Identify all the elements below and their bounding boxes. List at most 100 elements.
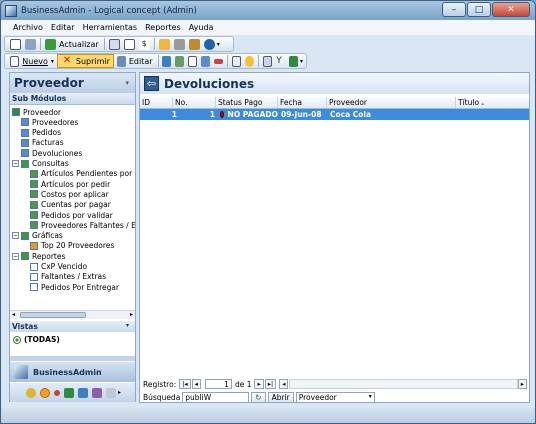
- collapse-icon[interactable]: −: [12, 160, 19, 167]
- column-proveedor[interactable]: Proveedor: [327, 97, 456, 108]
- businessadmin-section[interactable]: BusinessAdmin: [10, 362, 135, 382]
- admin-icon[interactable]: [91, 387, 102, 398]
- column-id[interactable]: ID: [140, 97, 173, 108]
- users-icon[interactable]: [77, 387, 88, 398]
- tree-item[interactable]: Pedidos por validar: [30, 210, 113, 220]
- pane-splitter[interactable]: [10, 356, 135, 361]
- calendar-icon[interactable]: [231, 55, 242, 67]
- table-row[interactable]: 1 1 NO PAGADO 09-Jun-08 Coca Cola: [140, 109, 529, 120]
- clients-icon[interactable]: [53, 389, 60, 396]
- cell-proveedor: Coca Cola: [330, 110, 372, 119]
- tree-item[interactable]: − Gráficas: [12, 231, 63, 241]
- search-field-value: Proveedor: [298, 392, 337, 402]
- columns-icon[interactable]: [201, 55, 211, 67]
- accounts-icon[interactable]: [25, 387, 36, 398]
- refresh-button[interactable]: Actualizar: [59, 40, 99, 49]
- tree-item[interactable]: Proveedores: [21, 117, 78, 127]
- view-all[interactable]: (TODAS): [13, 335, 60, 344]
- tree-item-label: Reportes: [32, 251, 66, 261]
- edit-button[interactable]: Editar: [129, 57, 153, 66]
- excel-icon[interactable]: [289, 55, 298, 67]
- refresh-icon[interactable]: [45, 38, 56, 50]
- find-icon[interactable]: [262, 55, 273, 67]
- radio-selected-icon: [13, 335, 21, 344]
- scroll-right-icon[interactable]: ▸: [130, 311, 133, 318]
- menu-reportes[interactable]: Reportes: [145, 23, 181, 32]
- next-record-icon[interactable]: ▸: [254, 379, 264, 389]
- folder-icon[interactable]: [158, 38, 170, 50]
- maximize-button[interactable]: □: [467, 2, 491, 17]
- supplier-icon[interactable]: [39, 387, 50, 398]
- tree-item[interactable]: Facturas: [21, 138, 64, 148]
- sort-icon[interactable]: [188, 55, 198, 67]
- toolbar-more-icon[interactable]: ▾: [217, 41, 220, 48]
- settings-icon[interactable]: [188, 38, 200, 50]
- back-arrow-icon[interactable]: ⇦: [144, 76, 159, 91]
- menu-archivo[interactable]: Archivo: [13, 23, 43, 32]
- scroll-left-icon[interactable]: ◂: [12, 311, 15, 318]
- new-button[interactable]: Nuevo: [22, 57, 48, 66]
- more-modules-icon[interactable]: ▸: [118, 389, 121, 396]
- record-number-input[interactable]: 1: [204, 379, 232, 389]
- minimize-button[interactable]: –: [442, 2, 466, 17]
- tools-icon[interactable]: [173, 38, 185, 50]
- print-icon[interactable]: [25, 38, 36, 50]
- tree-item[interactable]: Pedidos: [21, 128, 61, 138]
- new-dropdown-icon[interactable]: ▾: [51, 58, 54, 65]
- column-status[interactable]: Status Pago: [216, 97, 278, 108]
- menu-ayuda[interactable]: Ayuda: [189, 23, 214, 32]
- tree-item[interactable]: Devoluciones: [21, 148, 82, 158]
- tree-item[interactable]: Faltantes / Extras: [30, 272, 106, 282]
- export-icon[interactable]: [162, 55, 172, 67]
- filter-icon[interactable]: Y: [276, 56, 285, 67]
- chevron-down-icon[interactable]: ▾: [125, 79, 129, 87]
- grid-scroll-left-icon[interactable]: ◂: [279, 379, 289, 389]
- collapse-icon[interactable]: −: [12, 252, 19, 260]
- scroll-thumb[interactable]: [20, 312, 86, 318]
- preview-icon[interactable]: [10, 38, 21, 50]
- tree-item[interactable]: Pedidos Por Entregar: [30, 282, 119, 292]
- tree-item[interactable]: Proveedores Faltantes / Ex: [30, 220, 135, 230]
- info-icon[interactable]: [203, 38, 215, 50]
- open-button[interactable]: Abrir: [267, 391, 294, 403]
- tree-item[interactable]: Costos por aplicar: [30, 189, 109, 199]
- query-icon: [30, 211, 38, 219]
- search-input[interactable]: [182, 391, 250, 403]
- views-chevron-icon[interactable]: ▾: [126, 322, 129, 329]
- column-fecha[interactable]: Fecha: [278, 97, 327, 108]
- remove-icon[interactable]: [214, 58, 224, 64]
- first-record-icon[interactable]: |◂: [179, 379, 191, 389]
- column-no[interactable]: No.: [173, 97, 216, 108]
- tree-item[interactable]: Artículos Pendientes por S: [30, 169, 135, 179]
- grid-icon[interactable]: [108, 38, 120, 50]
- tree-item[interactable]: CxP Vencido: [30, 262, 87, 272]
- tree-horizontal-scrollbar[interactable]: ◂ ▸: [10, 310, 135, 319]
- tree-item[interactable]: − Consultas: [12, 159, 69, 169]
- search-button[interactable]: ↻: [251, 391, 266, 403]
- tree-item[interactable]: Top 20 Proveedores: [30, 241, 114, 251]
- last-record-icon[interactable]: ▸|: [264, 379, 277, 389]
- group-icon[interactable]: [175, 55, 185, 67]
- currency-icon[interactable]: $: [138, 38, 150, 50]
- reports-icon[interactable]: [105, 387, 116, 398]
- grid-horizontal-scrollbar[interactable]: [289, 379, 518, 389]
- menu-editar[interactable]: Editar: [51, 23, 75, 32]
- inventory-icon[interactable]: [63, 387, 74, 398]
- column-titulo[interactable]: Título ▴: [456, 97, 529, 108]
- tree-item[interactable]: Proveedor: [12, 107, 61, 117]
- collapse-icon[interactable]: −: [12, 232, 19, 240]
- delete-button[interactable]: ✕ Suprimir: [56, 54, 114, 68]
- previous-record-icon[interactable]: ◂: [191, 379, 201, 389]
- menu-herramientas[interactable]: Herramientas: [83, 23, 138, 32]
- close-button[interactable]: ✕: [492, 2, 530, 17]
- grid-scroll-right-icon[interactable]: ▸: [517, 379, 527, 389]
- smiley-icon[interactable]: [245, 55, 255, 67]
- new-icon[interactable]: [10, 55, 20, 67]
- tree-item[interactable]: Artículos por pedir: [30, 179, 110, 189]
- toolbar2-more-icon[interactable]: ▾: [300, 58, 303, 65]
- edit-icon[interactable]: [116, 55, 126, 67]
- tree-item[interactable]: Cuentas por pagar: [30, 200, 111, 210]
- document-icon[interactable]: [123, 38, 135, 50]
- search-field-select[interactable]: Proveedor ▾: [295, 391, 375, 403]
- tree-item[interactable]: − Reportes: [12, 251, 65, 261]
